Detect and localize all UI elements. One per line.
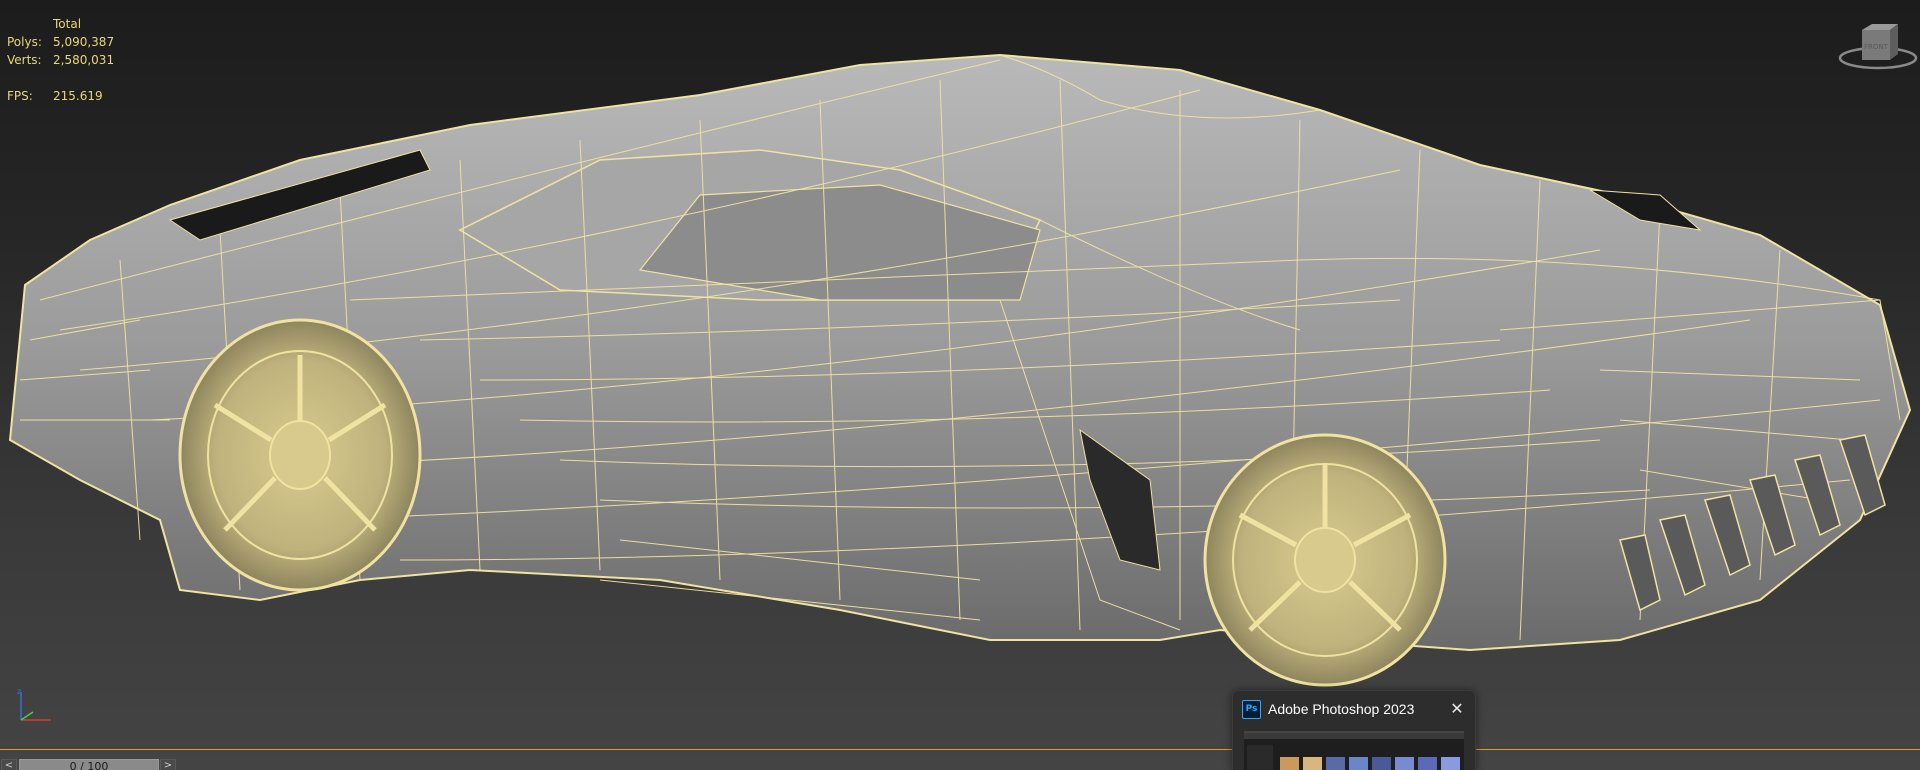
stats-header: Total: [53, 17, 82, 31]
verts-value: 2,580,031: [53, 53, 115, 67]
thumbnail-image: [1372, 757, 1391, 770]
time-slider-thumb[interactable]: 0 / 100: [19, 759, 159, 770]
thumbnail-image: [1395, 757, 1414, 770]
thumbnail-sidebar: [1247, 745, 1273, 770]
previous-frame-button[interactable]: <: [1, 759, 17, 770]
front-wheel: [178, 318, 422, 592]
viewcube-icon[interactable]: FRONT: [1838, 16, 1918, 72]
thumbnail-menubar: [1244, 733, 1464, 739]
close-icon[interactable]: ✕: [1447, 699, 1467, 719]
fps-value: 215.619: [53, 89, 103, 103]
thumbnail-image: [1349, 757, 1368, 770]
fps-label: FPS:: [7, 89, 33, 103]
thumbnail-image: [1441, 757, 1460, 770]
taskbar-window-preview[interactable]: Ps Adobe Photoshop 2023 ✕: [1232, 690, 1476, 770]
timeline-accent-line: [0, 749, 1920, 750]
rear-wheel: [1203, 433, 1447, 687]
thumbnail-image: [1326, 757, 1345, 770]
next-frame-button[interactable]: >: [160, 759, 176, 770]
photoshop-icon: Ps: [1242, 700, 1261, 719]
preview-window-title: Adobe Photoshop 2023: [1268, 701, 1415, 717]
axis-tripod-icon: z: [17, 687, 51, 721]
polys-value: 5,090,387: [53, 35, 115, 49]
viewcube-face-label: FRONT: [1864, 43, 1889, 51]
polys-label: Polys:: [7, 35, 42, 49]
3d-viewport[interactable]: Total Polys: 5,090,387 Verts: 2,580,031 …: [0, 0, 1920, 770]
thumbnail-image: [1303, 757, 1322, 770]
time-slider[interactable]: < 0 / 100 >: [0, 757, 1920, 770]
thumbnail-image: [1280, 757, 1299, 770]
car-wireframe-model[interactable]: [0, 0, 1920, 770]
viewport-statistics: Total Polys: 5,090,387 Verts: 2,580,031 …: [7, 15, 114, 105]
window-thumbnail[interactable]: [1244, 731, 1464, 770]
thumbnail-image: [1418, 757, 1437, 770]
verts-label: Verts:: [7, 53, 42, 67]
axis-z-label: z: [17, 687, 21, 696]
